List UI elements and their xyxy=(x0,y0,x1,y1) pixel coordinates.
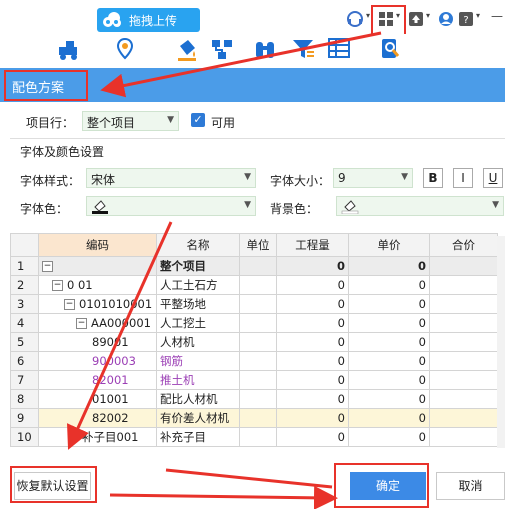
arrow-to-ok xyxy=(109,485,338,509)
arrow-to-title xyxy=(100,31,382,98)
annotation-arrows xyxy=(67,31,382,509)
arrow-to-grid xyxy=(67,221,173,450)
arrow-line xyxy=(165,468,333,489)
